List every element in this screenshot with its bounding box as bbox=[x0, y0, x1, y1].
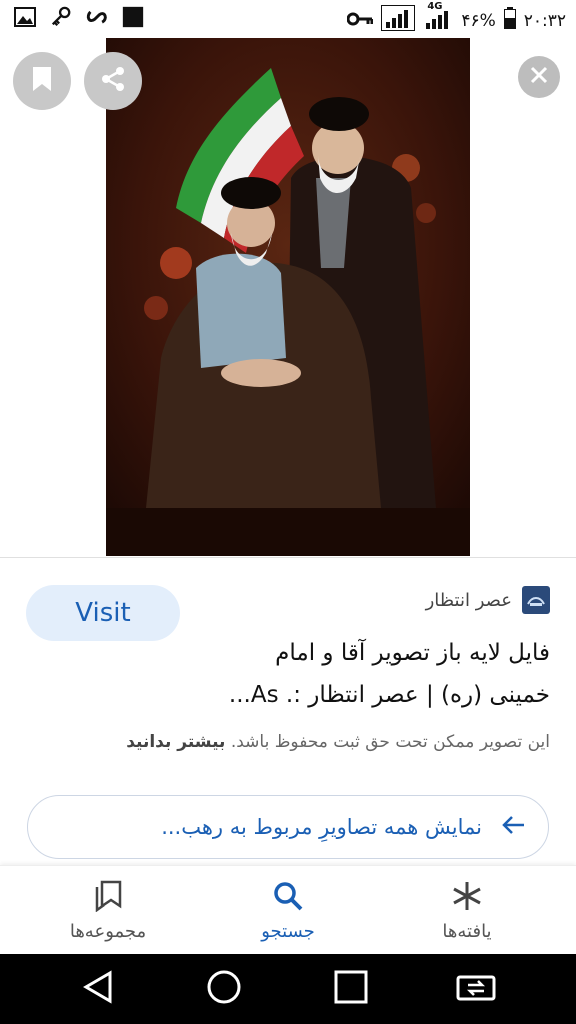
result-title[interactable]: فایل لایه باز تصویر آقا و امام خمینی (ره… bbox=[30, 632, 550, 716]
notification-icons bbox=[14, 6, 144, 28]
related-images-button[interactable]: نمایش همه تصاویرِ مربوط به رهب... bbox=[27, 795, 549, 859]
system-navigation-bar bbox=[0, 954, 576, 1024]
close-button[interactable] bbox=[518, 56, 560, 98]
image-icon bbox=[14, 6, 36, 28]
source-name: عصر انتظار bbox=[425, 589, 512, 611]
nav-discover[interactable]: یافته‌ها bbox=[392, 880, 542, 942]
close-icon bbox=[529, 65, 549, 89]
battery-percent: ۴۶% bbox=[461, 10, 496, 31]
copyright-note: این تصویر ممکن تحت حق ثبت محفوظ باشد. بی… bbox=[10, 732, 550, 752]
bookmark-icon bbox=[31, 65, 53, 97]
collections-icon bbox=[92, 880, 124, 917]
nav-collections[interactable]: مجموعه‌ها bbox=[33, 880, 183, 942]
share-icon bbox=[100, 66, 126, 96]
battery-icon bbox=[503, 7, 516, 34]
search-icon bbox=[272, 880, 304, 917]
network-type: 4G bbox=[427, 1, 443, 12]
home-button[interactable] bbox=[206, 969, 242, 1009]
back-button[interactable] bbox=[80, 970, 116, 1008]
bottom-navigation: یافته‌ها جستجو مجموعه‌ها bbox=[0, 865, 576, 955]
clock: ۲۰:۳۲ bbox=[523, 10, 566, 31]
key-icon bbox=[50, 6, 72, 28]
arrow-back-icon bbox=[500, 814, 526, 840]
system-status: 4G ۴۶% ۲۰:۳۲ bbox=[346, 1, 566, 36]
rotate-button[interactable] bbox=[456, 971, 496, 1007]
square-icon bbox=[122, 6, 144, 28]
back-triangle-icon bbox=[82, 970, 114, 1008]
status-bar: 4G ۴۶% ۲۰:۳۲ bbox=[0, 0, 576, 38]
learn-more-link[interactable]: بیشتر بدانید bbox=[126, 732, 225, 752]
recents-square-icon bbox=[334, 970, 368, 1008]
related-images-label: نمایش همه تصاویرِ مربوط به رهب... bbox=[161, 815, 482, 839]
nav-search-label: جستجو bbox=[261, 921, 315, 942]
nav-search[interactable]: جستجو bbox=[213, 880, 363, 942]
nav-discover-label: یافته‌ها bbox=[442, 921, 492, 942]
source-row[interactable]: عصر انتظار bbox=[426, 586, 550, 614]
result-image[interactable] bbox=[106, 38, 470, 556]
vpn-key-icon bbox=[346, 11, 374, 31]
recents-button[interactable] bbox=[333, 970, 369, 1008]
signal-icon bbox=[381, 5, 416, 36]
source-logo-icon bbox=[522, 586, 550, 614]
rotate-screen-icon bbox=[456, 971, 496, 1007]
share-button[interactable] bbox=[84, 52, 142, 110]
home-circle-icon bbox=[206, 969, 242, 1009]
copyright-text: این تصویر ممکن تحت حق ثبت محفوظ باشد. bbox=[230, 732, 550, 752]
image-viewer bbox=[0, 38, 576, 558]
result-title-line1: فایل لایه باز تصویر آقا و امام bbox=[275, 640, 550, 666]
infinity-icon bbox=[86, 6, 108, 28]
divider bbox=[0, 557, 576, 558]
asterisk-icon bbox=[451, 880, 483, 917]
signal-4g-icon: 4G bbox=[423, 1, 453, 36]
bookmark-button[interactable] bbox=[13, 52, 71, 110]
result-title-line2: خمینی (ره) | عصر انتظار :. As... bbox=[228, 682, 550, 708]
nav-collections-label: مجموعه‌ها bbox=[69, 921, 147, 942]
